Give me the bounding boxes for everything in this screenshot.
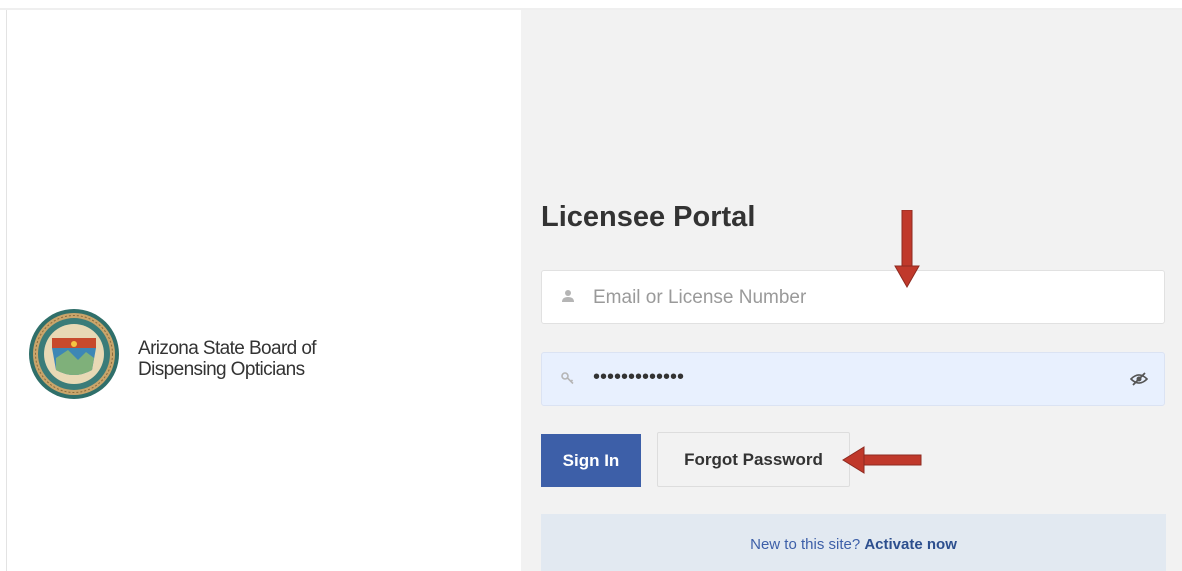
arizona-state-seal-icon xyxy=(29,309,119,399)
page-title: Licensee Portal xyxy=(541,201,756,233)
top-divider xyxy=(0,0,1182,10)
activate-now-link[interactable]: Activate now xyxy=(864,536,957,553)
organization-name-line2: Dispensing Opticians xyxy=(138,359,305,380)
activate-banner: New to this site? Activate now xyxy=(541,514,1166,571)
organization-name-line1: Arizona State Board of xyxy=(138,338,317,359)
annotation-arrow-down-icon xyxy=(894,210,920,288)
password-field[interactable]: ••••••••••••• xyxy=(541,352,1165,406)
branding-panel xyxy=(7,10,521,571)
email-field[interactable]: Email or License Number xyxy=(541,270,1165,324)
eye-slash-icon[interactable] xyxy=(1130,372,1148,386)
user-icon xyxy=(562,290,574,302)
annotation-arrow-left-icon xyxy=(842,446,922,474)
activate-prompt: New to this site? xyxy=(750,536,861,553)
email-placeholder: Email or License Number xyxy=(593,287,807,308)
password-value: ••••••••••••• xyxy=(593,366,685,388)
forgot-password-button[interactable]: Forgot Password xyxy=(657,432,850,487)
organization-name: Arizona State Board of Dispensing Optici… xyxy=(138,338,438,380)
sign-in-button[interactable]: Sign In xyxy=(541,434,641,487)
key-icon xyxy=(561,372,574,385)
